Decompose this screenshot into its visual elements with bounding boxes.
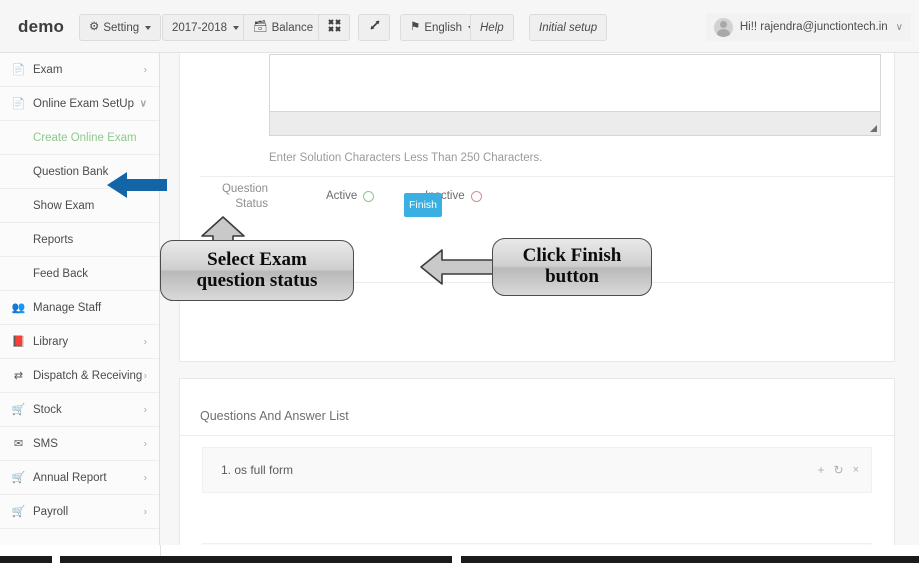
sidebar-item-label: Library: [33, 335, 69, 348]
compress-button[interactable]: [318, 14, 350, 41]
balance-button[interactable]: 🗃 Balance: [243, 14, 324, 41]
exchange-icon: ⇄: [13, 370, 24, 382]
radio-circle-icon[interactable]: [363, 190, 375, 202]
sidebar-item-label: Reports: [33, 233, 74, 246]
gear-icon: ⚙: [89, 20, 100, 33]
document-icon: 📄: [11, 64, 26, 76]
scrollbar-gap: [52, 556, 60, 563]
top-navbar: demo ⚙ Setting 2017-2018 🗃 Balance ⚑ Eng…: [0, 0, 919, 53]
envelope-icon: ✉: [13, 438, 24, 450]
sidebar-item-manage-staff[interactable]: 👥 Manage Staff: [0, 291, 159, 325]
question-form-panel: Enter Solution Characters Less Than 250 …: [179, 53, 895, 362]
cart-icon: 🛒: [11, 472, 26, 484]
sidebar-item-show-exam[interactable]: Show Exam: [0, 189, 159, 223]
sidebar-item-feed-back[interactable]: Feed Back: [0, 257, 159, 291]
sidebar-item-reports[interactable]: Reports: [0, 223, 159, 257]
finish-button[interactable]: Finish: [404, 193, 442, 217]
sidebar-item-label: Dispatch & Receiving: [33, 369, 143, 382]
scrollbar-gap: [452, 556, 461, 563]
sidebar-item-exam[interactable]: 📄 Exam ›: [0, 53, 159, 87]
academic-year-button[interactable]: 2017-2018: [162, 14, 249, 41]
sidebar-item-sms[interactable]: ✉ SMS ›: [0, 427, 159, 461]
sidebar-item-label: Stock: [33, 403, 62, 416]
cart-icon: 🛒: [11, 506, 26, 518]
divider: [200, 282, 894, 283]
sidebar-item-label: SMS: [33, 437, 58, 450]
setting-button[interactable]: ⚙ Setting: [79, 14, 162, 41]
sidebar-item-payroll[interactable]: 🛒 Payroll ›: [0, 495, 159, 529]
solution-hint: Enter Solution Characters Less Than 250 …: [269, 152, 543, 164]
user-greeting: Hi!! rajendra@junctiontech.in: [739, 21, 888, 33]
people-icon: 👥: [11, 302, 26, 314]
initial-setup-label: Initial setup: [539, 21, 598, 34]
divider: [180, 435, 894, 436]
sidebar-item-label: Feed Back: [33, 267, 88, 280]
sidebar-item-online-exam-setup[interactable]: 📄 Online Exam SetUp ∨: [0, 87, 159, 121]
question-row[interactable]: 1. os full form + ↻ ×: [202, 447, 872, 493]
chevron-right-icon: ›: [143, 404, 147, 415]
chevron-right-icon: ›: [143, 506, 147, 517]
sidebar-item-annual-report[interactable]: 🛒 Annual Report ›: [0, 461, 159, 495]
sidebar-item-label: Question Bank: [33, 165, 109, 178]
question-status-label: Question Status: [221, 183, 268, 210]
help-button[interactable]: Help: [470, 14, 514, 41]
cart-icon: 🛒: [11, 404, 26, 416]
radio-circle-icon[interactable]: [470, 190, 482, 202]
questions-answer-list-panel: Questions And Answer List 1. os full for…: [179, 378, 895, 545]
setting-label: Setting: [103, 21, 140, 34]
refresh-icon[interactable]: ↻: [834, 464, 844, 476]
chevron-down-icon: ∨: [139, 98, 147, 109]
chevron-down-icon: [145, 25, 152, 30]
sidebar-item-label: Payroll: [33, 505, 69, 518]
expand-icon: [368, 19, 381, 36]
chevron-down-icon: [233, 25, 239, 30]
chevron-right-icon: ›: [143, 438, 147, 449]
chevron-down-icon: ∨: [895, 21, 903, 33]
compress-icon: [327, 19, 341, 36]
chevron-right-icon: ›: [143, 472, 147, 483]
solution-textarea[interactable]: [269, 54, 881, 112]
question-text: 1. os full form: [221, 463, 294, 477]
chevron-right-icon: ›: [143, 64, 147, 75]
sidebar-item-label: Exam: [33, 63, 63, 76]
divider: [200, 176, 894, 177]
sidebar: 📄 Exam › 📄 Online Exam SetUp ∨ Create On…: [0, 53, 160, 545]
language-label: English: [424, 21, 463, 34]
radio-active-label: Active: [326, 190, 358, 202]
book-icon: 📕: [11, 336, 26, 348]
question-row-actions: + ↻ ×: [817, 464, 859, 476]
sidebar-item-label: Annual Report: [33, 471, 107, 484]
database-icon: 🗃: [253, 20, 268, 33]
help-label: Help: [480, 21, 504, 34]
balance-label: Balance: [271, 21, 314, 34]
main-content: Enter Solution Characters Less Than 250 …: [160, 53, 919, 545]
list-title: Questions And Answer List: [200, 409, 349, 423]
chevron-right-icon: ›: [143, 336, 147, 347]
expand-button[interactable]: [358, 14, 390, 41]
radio-active[interactable]: Active: [326, 190, 375, 202]
brand-logo[interactable]: demo: [18, 17, 78, 37]
close-icon[interactable]: ×: [853, 464, 859, 476]
avatar: [713, 17, 733, 37]
document-icon: 📄: [11, 98, 26, 110]
initial-setup-button[interactable]: Initial setup: [529, 14, 608, 41]
flag-icon: ⚑: [410, 20, 421, 33]
resize-handle-icon[interactable]: [870, 125, 877, 132]
sidebar-item-label: Create Online Exam: [33, 131, 137, 144]
user-menu[interactable]: Hi!! rajendra@junctiontech.in ∨: [705, 13, 911, 41]
academic-year-label: 2017-2018: [172, 21, 227, 34]
textarea-resize-strip[interactable]: [269, 112, 881, 136]
chevron-right-icon: ›: [143, 370, 147, 381]
sidebar-item-dispatch-receiving[interactable]: ⇄ Dispatch & Receiving ›: [0, 359, 159, 393]
sidebar-item-label: Manage Staff: [33, 301, 102, 314]
sidebar-item-create-online-exam[interactable]: Create Online Exam: [0, 121, 159, 155]
add-icon[interactable]: +: [817, 464, 824, 476]
sidebar-item-label: Show Exam: [33, 199, 95, 212]
sidebar-item-stock[interactable]: 🛒 Stock ›: [0, 393, 159, 427]
sidebar-item-library[interactable]: 📕 Library ›: [0, 325, 159, 359]
sidebar-item-question-bank[interactable]: Question Bank: [0, 155, 159, 189]
